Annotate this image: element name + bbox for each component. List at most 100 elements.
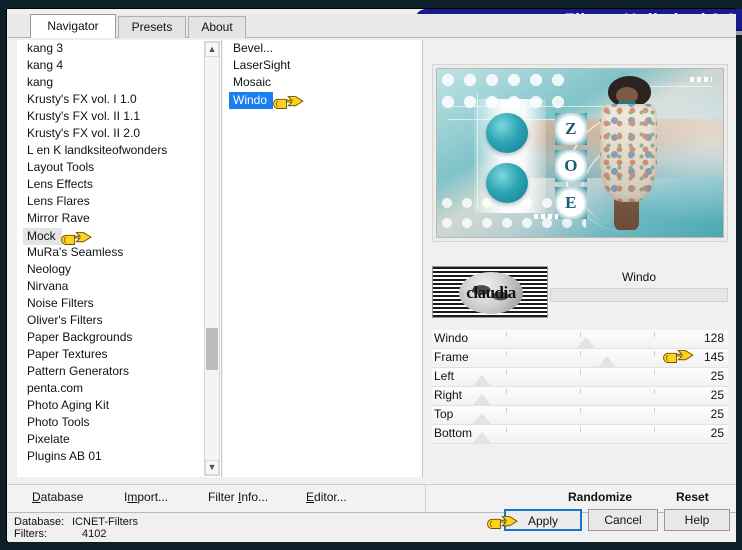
status-filters-value: 4102 xyxy=(82,528,107,540)
slider-track[interactable] xyxy=(432,387,728,405)
slider-tick xyxy=(654,370,655,375)
filters-unlimited-window: Filters Unlimited 2.0 Navigator Presets … xyxy=(6,8,742,542)
tab-about[interactable]: About xyxy=(188,16,246,38)
filter-item[interactable]: Windo xyxy=(229,92,274,109)
category-item[interactable]: Oliver's Filters xyxy=(17,312,221,329)
category-item[interactable]: Pattern Generators xyxy=(17,363,221,380)
slider-row[interactable]: Left 25 xyxy=(432,368,728,387)
slider-row[interactable]: Top 25 xyxy=(432,406,728,425)
slider-track[interactable] xyxy=(432,330,728,348)
category-item[interactable]: Paper Backgrounds xyxy=(17,329,221,346)
tab-presets[interactable]: Presets xyxy=(118,16,186,38)
slider-tick xyxy=(580,370,581,375)
preview-marker-bars-bottom xyxy=(534,213,559,219)
category-item[interactable]: Neology xyxy=(17,261,221,278)
slider-handle[interactable] xyxy=(597,356,616,367)
slider-track[interactable] xyxy=(432,406,728,424)
slider-handle[interactable] xyxy=(473,432,492,443)
slider-label: Right xyxy=(434,388,463,402)
filter-info-label: nfo... xyxy=(241,490,269,504)
slider-handle[interactable] xyxy=(473,375,492,386)
parameter-sliders: Windo 128 Frame 145 Left 25 Right 25 Top 25 Bottom… xyxy=(432,330,728,450)
slider-row[interactable]: Frame 145 xyxy=(432,349,728,368)
category-item[interactable]: Krusty's FX vol. II 1.1 xyxy=(17,108,221,125)
preview-sphere-bottom xyxy=(485,163,528,204)
category-item[interactable]: Mirror Rave xyxy=(17,210,221,227)
slider-tick xyxy=(654,389,655,394)
category-item[interactable]: Plugins AB 01 xyxy=(17,448,221,465)
preview-letter-o: O xyxy=(554,149,587,182)
scrollbar-thumb[interactable] xyxy=(206,328,218,370)
category-list[interactable]: kang 3 kang 4 kang Krusty's FX vol. I 1.0 Kr… xyxy=(17,40,222,477)
slider-tick xyxy=(506,427,507,432)
slider-value: 25 xyxy=(710,407,724,421)
filter-item[interactable]: LaserSight xyxy=(223,57,422,74)
category-item[interactable]: Mock xyxy=(23,228,62,245)
category-item[interactable]: MuRa's Seamless xyxy=(17,244,221,261)
slider-track[interactable] xyxy=(432,349,728,367)
import-menu-button[interactable]: Import... xyxy=(124,490,168,504)
apply-button[interactable]: Apply xyxy=(504,509,582,531)
editor-menu-button[interactable]: Editor... xyxy=(306,490,347,504)
filter-list[interactable]: Bevel... LaserSight Mosaic Windo xyxy=(223,40,423,477)
slider-handle[interactable] xyxy=(473,394,492,405)
slider-handle[interactable] xyxy=(473,413,492,424)
tab-navigator[interactable]: Navigator xyxy=(30,14,116,38)
category-item[interactable]: penta.com xyxy=(17,380,221,397)
preview-column: Z O E claudia Windo Windo 128 Frame 145 … xyxy=(426,40,734,477)
category-item[interactable]: kang 4 xyxy=(17,57,221,74)
filter-item[interactable]: Bevel... xyxy=(223,40,422,57)
slider-value: 25 xyxy=(710,388,724,402)
database-menu-button[interactable]: Database xyxy=(32,490,83,504)
category-item[interactable]: Pixelate xyxy=(17,431,221,448)
thumbnail-wordmark: claudia xyxy=(466,283,516,302)
preview-frame: Z O E xyxy=(432,64,728,242)
category-list-scrollbar[interactable]: ▲ ▼ xyxy=(204,41,220,476)
scroll-down-icon[interactable]: ▼ xyxy=(205,460,219,475)
preview-zoe-text: Z O E xyxy=(553,111,589,221)
editor-menu-label: ditor... xyxy=(314,490,347,504)
category-item[interactable]: Noise Filters xyxy=(17,295,221,312)
panel-body: kang 3 kang 4 kang Krusty's FX vol. I 1.0 Kr… xyxy=(8,38,736,484)
tab-bar: Navigator Presets About xyxy=(8,14,736,38)
slider-tick xyxy=(580,389,581,394)
slider-row[interactable]: Windo 128 xyxy=(432,330,728,349)
category-item[interactable]: L en K landksiteofwonders xyxy=(17,142,221,159)
slider-handle[interactable] xyxy=(576,337,595,348)
category-item[interactable]: Krusty's FX vol. I 1.0 xyxy=(17,91,221,108)
preview-sphere-top xyxy=(485,112,528,153)
help-button[interactable]: Help xyxy=(664,509,730,531)
status-filters-label: Filters: xyxy=(14,528,47,540)
filter-info-button[interactable]: Filter Info... xyxy=(208,490,268,504)
slider-value: 25 xyxy=(710,426,724,440)
randomize-button[interactable]: Randomize xyxy=(568,490,632,504)
preview-letter-e: E xyxy=(554,186,587,219)
reset-button[interactable]: Reset xyxy=(676,490,709,504)
category-item[interactable]: kang xyxy=(17,74,221,91)
category-item[interactable]: Photo Tools xyxy=(17,414,221,431)
category-item[interactable]: Paper Textures xyxy=(17,346,221,363)
category-item[interactable]: Lens Effects xyxy=(17,176,221,193)
slider-track[interactable] xyxy=(432,425,728,443)
status-database-label: Database: xyxy=(14,516,65,528)
category-item[interactable]: Photo Aging Kit xyxy=(17,397,221,414)
preview-figure xyxy=(591,75,665,234)
scroll-up-icon[interactable]: ▲ xyxy=(205,42,219,57)
filter-item[interactable]: Mosaic xyxy=(223,74,422,91)
category-item[interactable]: Layout Tools xyxy=(17,159,221,176)
slider-tick xyxy=(654,332,655,337)
slider-track[interactable] xyxy=(432,368,728,386)
cancel-button[interactable]: Cancel xyxy=(588,509,658,531)
category-item[interactable]: Krusty's FX vol. II 2.0 xyxy=(17,125,221,142)
slider-value: 128 xyxy=(703,331,724,345)
slider-label: Top xyxy=(434,407,454,421)
slider-label: Bottom xyxy=(434,426,473,440)
slider-row[interactable]: Right 25 xyxy=(432,387,728,406)
category-item[interactable]: Lens Flares xyxy=(17,193,221,210)
category-item[interactable]: kang 3 xyxy=(17,40,221,57)
slider-tick xyxy=(506,332,507,337)
filter-thumbnail: claudia xyxy=(432,266,548,318)
slider-label: Windo xyxy=(434,331,469,345)
category-item[interactable]: Nirvana xyxy=(17,278,221,295)
slider-row[interactable]: Bottom 25 xyxy=(432,425,728,444)
